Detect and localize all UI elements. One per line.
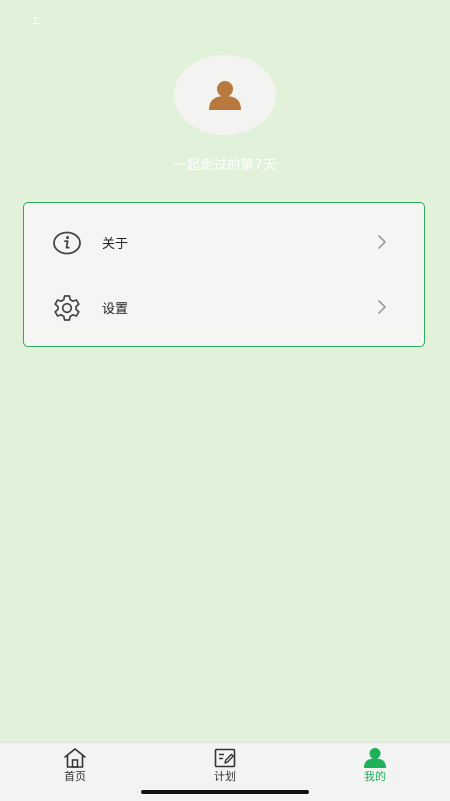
home-indicator — [141, 790, 309, 794]
profile-tagline: 一起走过的第7天 — [173, 158, 277, 173]
menu-item-settings[interactable]: 设置 — [24, 276, 424, 340]
status-bar: 上 — [0, 0, 450, 40]
tab-plan[interactable]: 计划 — [150, 743, 300, 787]
chevron-right-icon — [376, 299, 388, 315]
tab-mine[interactable]: 我的 — [300, 743, 450, 787]
info-icon — [52, 228, 82, 258]
user-icon — [363, 747, 387, 769]
tab-label: 我的 — [364, 770, 386, 783]
tab-home[interactable]: 首页 — [0, 743, 150, 787]
tab-label: 首页 — [64, 770, 86, 783]
home-icon — [63, 747, 87, 769]
status-time: 上 — [30, 13, 41, 26]
menu-item-about[interactable]: 关于 — [24, 211, 424, 275]
menu-item-label: 设置 — [102, 302, 129, 317]
menu-card: 关于 设置 — [23, 202, 425, 347]
user-avatar-icon — [209, 81, 241, 110]
tab-label: 计划 — [214, 770, 236, 783]
avatar[interactable] — [174, 55, 276, 135]
gear-icon — [52, 293, 82, 323]
menu-item-label: 关于 — [102, 237, 129, 252]
plan-icon — [213, 747, 237, 769]
chevron-right-icon — [376, 234, 388, 250]
